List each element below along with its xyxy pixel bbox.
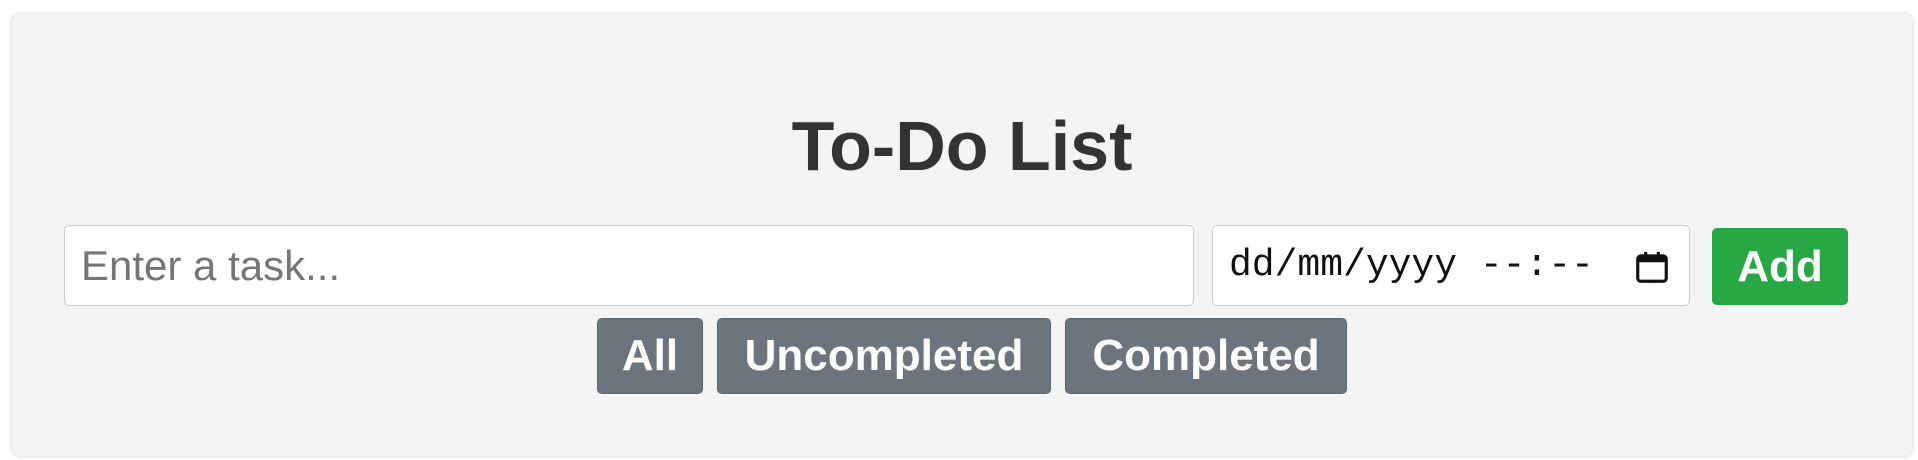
page-title: To-Do List xyxy=(791,107,1133,185)
filter-completed-button[interactable]: Completed xyxy=(1065,318,1347,394)
due-date-input[interactable]: dd/mm/yyyy --:-- xyxy=(1212,225,1690,306)
filter-all-button[interactable]: All xyxy=(597,318,703,394)
todo-container: To-Do List dd/mm/yyyy --:-- Add All Unco… xyxy=(12,14,1912,456)
calendar-icon[interactable] xyxy=(1633,248,1671,286)
task-input[interactable] xyxy=(64,225,1194,306)
add-button[interactable]: Add xyxy=(1712,228,1848,305)
filter-uncompleted-button[interactable]: Uncompleted xyxy=(717,318,1051,394)
due-date-placeholder: dd/mm/yyyy --:-- xyxy=(1229,244,1594,287)
